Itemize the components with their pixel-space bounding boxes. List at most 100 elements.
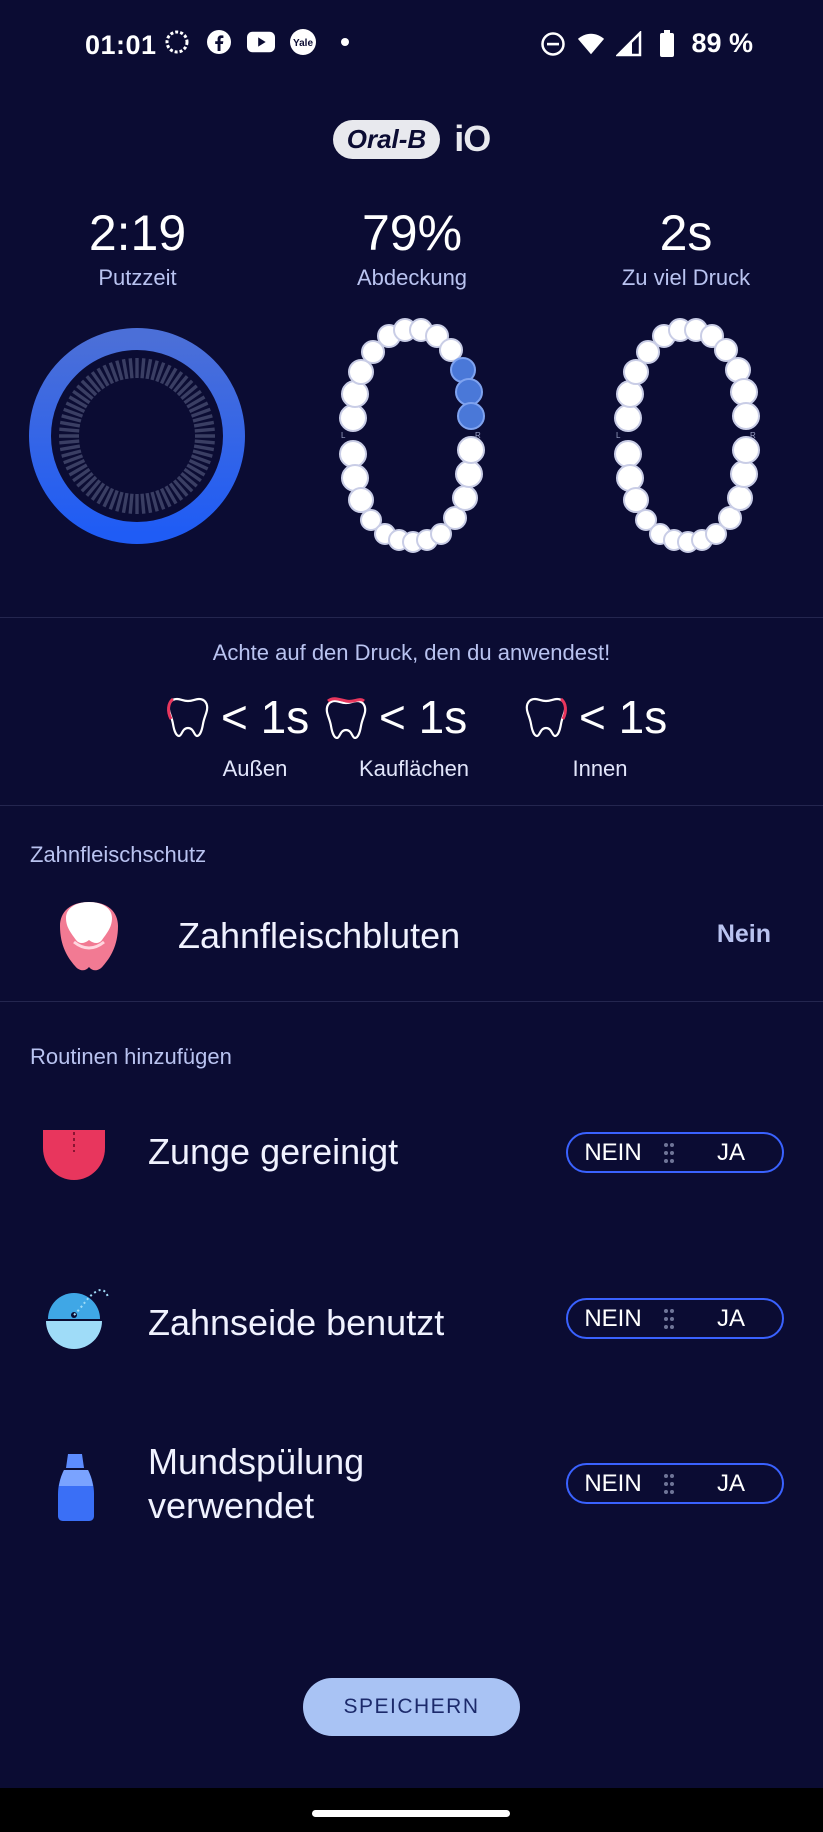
toggle-yes-option[interactable]: JA xyxy=(680,1470,782,1498)
timer-tick xyxy=(194,439,215,445)
cell-signal-icon xyxy=(615,30,643,58)
timer-tick xyxy=(140,358,146,379)
tooth xyxy=(348,359,374,385)
routine-label-line: verwendet xyxy=(148,1485,315,1526)
tooth xyxy=(727,485,753,511)
tooth xyxy=(457,436,485,464)
tooth-inner-icon xyxy=(525,697,567,738)
routine-label: Zunge gereinigt xyxy=(148,1131,399,1172)
tooth xyxy=(614,440,642,468)
toggle-grip-icon xyxy=(658,1308,680,1329)
pressure-label: Innen xyxy=(572,756,628,781)
tooth xyxy=(439,338,463,362)
yale-icon: Yale xyxy=(289,28,317,56)
routine-floss: Zahnseide benutzt NEIN JA xyxy=(0,1285,823,1365)
timer-tick xyxy=(59,439,80,445)
signal-messenger-icon xyxy=(163,28,191,56)
stat-too-much-pressure: 2s Zu viel Druck xyxy=(546,205,823,291)
timer-tick xyxy=(59,420,81,428)
home-handle[interactable] xyxy=(312,1810,510,1817)
tongue-icon xyxy=(43,1130,105,1180)
toggle-grip-icon xyxy=(658,1142,680,1163)
pressure-value: < 1s xyxy=(579,691,668,743)
side-marker: R xyxy=(475,431,481,440)
divider xyxy=(0,805,823,806)
toggle-grip-icon xyxy=(658,1473,680,1494)
stat-value: 79% xyxy=(361,205,463,261)
timer-tick xyxy=(128,493,134,514)
timer-tick xyxy=(193,420,215,428)
floss-icon xyxy=(46,1289,109,1349)
routine-tongue: Zunge gereinigt NEIN JA xyxy=(0,1120,823,1190)
section-title-gum: Zahnfleischschutz xyxy=(30,842,207,867)
status-time: 01:01 xyxy=(85,30,157,60)
timer-tick xyxy=(61,414,82,423)
stat-label: Abdeckung xyxy=(356,265,468,290)
tooth xyxy=(730,460,758,488)
timer-tick xyxy=(150,491,159,512)
tooth xyxy=(730,378,758,406)
tooth xyxy=(623,487,649,513)
timer-tick xyxy=(194,427,215,433)
routine-label: Zahnseide benutzt xyxy=(148,1302,445,1343)
tooth xyxy=(452,485,478,511)
timer-tick xyxy=(145,358,153,380)
timer-tick xyxy=(121,492,129,514)
mouthwash-toggle[interactable]: NEIN JA xyxy=(566,1463,784,1504)
tooth xyxy=(341,464,369,492)
timer-ring xyxy=(29,328,245,544)
tooth xyxy=(348,487,374,513)
svg-text:Yale: Yale xyxy=(293,38,313,49)
tooth xyxy=(616,464,644,492)
toggle-no-option[interactable]: NEIN xyxy=(568,1470,658,1498)
toggle-no-option[interactable]: NEIN xyxy=(568,1139,658,1167)
save-button[interactable]: SPEICHERN xyxy=(303,1678,520,1736)
stat-brushing-time: 2:19 Putzzeit xyxy=(0,205,275,291)
brand-name: Oral-B xyxy=(332,119,441,159)
tooth-outer-icon xyxy=(167,697,209,738)
timer-tick xyxy=(192,414,213,423)
gum-bleeding-row[interactable]: Zahnfleischbluten Nein xyxy=(0,890,823,980)
timer-tick xyxy=(59,444,81,452)
notification-icons: Yale xyxy=(163,28,359,56)
stat-label: Putzzeit xyxy=(98,265,177,290)
timer-tick xyxy=(121,358,129,380)
tooth xyxy=(455,460,483,488)
pressure-value: < 1s xyxy=(221,691,310,743)
routine-mouthwash: Mundspülung verwendet NEIN JA xyxy=(0,1440,823,1540)
toggle-no-option[interactable]: NEIN xyxy=(568,1305,658,1333)
stat-value: 2:19 xyxy=(88,205,187,261)
tooth xyxy=(614,404,642,432)
routine-label-line: Mundspülung xyxy=(148,1441,365,1482)
tooth xyxy=(732,402,760,430)
pressure-label: Außen xyxy=(222,756,288,781)
gum-bleeding-value[interactable]: Nein xyxy=(717,920,771,949)
battery-icon xyxy=(653,29,681,58)
tooth xyxy=(732,436,760,464)
timer-tick xyxy=(150,360,159,381)
section-title-routines: Routinen hinzufügen xyxy=(30,1044,232,1069)
timer-tick xyxy=(140,493,146,514)
timer-tick xyxy=(115,360,124,381)
brand-logo: Oral-B iO xyxy=(0,118,823,160)
timer-tick xyxy=(192,449,213,458)
side-marker: R xyxy=(750,431,756,440)
toggle-yes-option[interactable]: JA xyxy=(680,1139,782,1167)
coverage-teeth-map: LR xyxy=(339,318,485,553)
tongue-toggle[interactable]: NEIN JA xyxy=(566,1132,784,1173)
battery-percent: 89 % xyxy=(691,28,753,58)
floss-toggle[interactable]: NEIN JA xyxy=(566,1298,784,1339)
stat-coverage: 79% Abdeckung xyxy=(272,205,552,291)
stat-value: 2s xyxy=(659,205,713,261)
tooth xyxy=(455,378,483,406)
side-marker: L xyxy=(341,431,346,440)
divider xyxy=(0,1001,823,1002)
timer-tick xyxy=(128,358,134,379)
side-marker: L xyxy=(616,431,621,440)
timer-tick xyxy=(145,492,153,514)
tooth xyxy=(623,359,649,385)
stat-label: Zu viel Druck xyxy=(621,265,751,290)
status-bar: 01:01 Yale 89 % xyxy=(0,0,823,96)
pressure-hint: Achte auf den Druck, den du anwendest! xyxy=(212,640,611,665)
toggle-yes-option[interactable]: JA xyxy=(680,1305,782,1333)
